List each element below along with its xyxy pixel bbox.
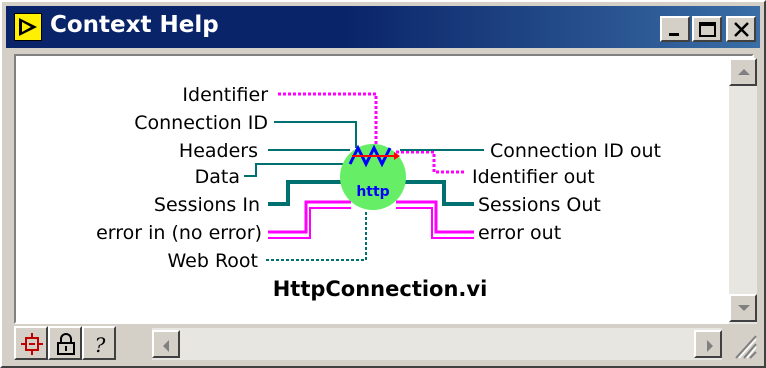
scroll-right-button[interactable] <box>694 330 722 358</box>
vi-icon-text: http <box>356 184 389 200</box>
title-bar[interactable]: Context Help <box>6 6 760 48</box>
input-label-data: Data <box>195 166 240 188</box>
arrow-right-icon <box>707 340 713 352</box>
arrow-left-icon <box>163 340 169 352</box>
vertical-scrollbar[interactable] <box>729 58 757 324</box>
minimize-icon <box>669 33 679 36</box>
input-label-sessions-in: Sessions In <box>154 194 260 216</box>
output-label-identifier-out: Identifier out <box>472 166 595 188</box>
input-label-identifier: Identifier <box>182 84 268 106</box>
labview-run-arrow-icon <box>14 13 42 41</box>
close-button[interactable] <box>726 16 756 42</box>
scroll-left-button[interactable] <box>152 330 180 358</box>
identifier-out-wire <box>396 150 466 174</box>
input-label-error-in: error in (no error) <box>96 222 262 244</box>
help-content-area: http Identifier Connection ID Headers Da… <box>14 54 754 324</box>
lock-button[interactable] <box>48 326 82 360</box>
window-title: Context Help <box>50 12 219 38</box>
maximize-button[interactable] <box>692 16 722 42</box>
close-icon <box>734 22 749 37</box>
data-wire <box>244 163 346 177</box>
maximize-icon <box>699 22 716 37</box>
help-question-icon: ? <box>95 333 106 355</box>
connector-pane-diagram: http Identifier Connection ID Headers Da… <box>96 84 661 301</box>
context-help-window: Context Help http Identifier Connection … <box>0 0 766 368</box>
identifier-wire <box>278 92 378 144</box>
scroll-up-button[interactable] <box>729 58 757 86</box>
horizontal-scrollbar[interactable] <box>152 328 722 360</box>
minimize-button[interactable] <box>660 16 690 42</box>
arrow-down-icon <box>738 305 750 311</box>
connection-id-wire <box>274 121 357 148</box>
input-label-headers: Headers <box>179 140 258 162</box>
svg-text:?: ? <box>95 333 106 355</box>
scroll-down-button[interactable] <box>729 294 757 322</box>
output-label-error-out: error out <box>478 222 561 244</box>
arrow-up-icon <box>738 69 750 75</box>
lock-icon <box>57 333 75 355</box>
show-connector-terminals-icon <box>21 333 43 355</box>
input-label-connection-id: Connection ID <box>134 112 268 134</box>
output-label-connection-id-out: Connection ID out <box>490 140 661 162</box>
help-toolbar: ? <box>14 324 758 362</box>
help-button[interactable]: ? <box>82 326 116 360</box>
input-label-web-root: Web Root <box>167 250 258 272</box>
show-connector-terminals-button[interactable] <box>14 326 48 360</box>
resize-grip-icon[interactable] <box>732 330 758 360</box>
vi-name: HttpConnection.vi <box>273 277 488 301</box>
output-label-sessions-out: Sessions Out <box>478 194 601 216</box>
